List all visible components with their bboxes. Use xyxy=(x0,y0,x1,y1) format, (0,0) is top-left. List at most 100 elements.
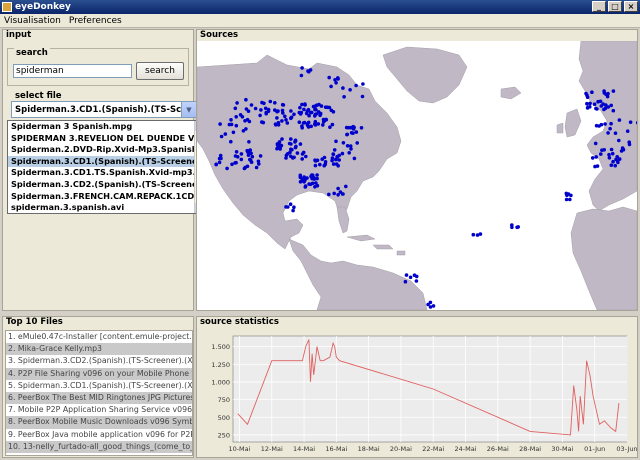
source-dot[interactable] xyxy=(280,108,285,113)
source-dot[interactable] xyxy=(336,186,340,191)
source-dot[interactable] xyxy=(606,105,610,109)
source-dot[interactable] xyxy=(617,157,622,161)
source-dot[interactable] xyxy=(611,159,615,164)
source-dot[interactable] xyxy=(341,141,346,145)
source-dot[interactable] xyxy=(597,124,601,128)
source-dot[interactable] xyxy=(344,184,348,189)
source-dot[interactable] xyxy=(311,104,316,109)
source-dot[interactable] xyxy=(292,112,296,117)
source-dot[interactable] xyxy=(280,119,284,123)
source-dot[interactable] xyxy=(336,77,340,81)
source-dot[interactable] xyxy=(610,151,615,156)
maximize-button[interactable]: □ xyxy=(608,1,622,12)
source-dot[interactable] xyxy=(275,116,279,120)
source-dot[interactable] xyxy=(322,163,326,168)
source-dot[interactable] xyxy=(300,126,304,130)
source-dot[interactable] xyxy=(307,113,311,118)
file-list-item[interactable]: spiderman.3.spanish.avi xyxy=(8,202,194,213)
source-dot[interactable] xyxy=(308,182,313,187)
source-dot[interactable] xyxy=(240,115,245,119)
source-dot[interactable] xyxy=(249,103,254,107)
source-dot[interactable] xyxy=(354,130,359,134)
source-dot[interactable] xyxy=(602,89,606,93)
source-dot[interactable] xyxy=(586,105,590,110)
top10-list-item[interactable]: 4. P2P File Sharing v096 on your Mobile … xyxy=(6,367,192,380)
source-dot[interactable] xyxy=(305,122,310,126)
search-button[interactable]: search xyxy=(136,62,184,80)
top10-list-item[interactable]: 2. Mika-Grace Kelly.mp3 xyxy=(6,343,192,356)
source-dot[interactable] xyxy=(239,157,244,162)
source-dot[interactable] xyxy=(613,131,618,135)
source-dot[interactable] xyxy=(404,273,409,277)
source-dot[interactable] xyxy=(403,279,408,284)
source-dot[interactable] xyxy=(345,144,350,148)
source-dot[interactable] xyxy=(318,162,322,167)
source-dot[interactable] xyxy=(304,154,308,159)
source-dot[interactable] xyxy=(303,102,307,106)
source-dot[interactable] xyxy=(592,102,597,106)
source-dot[interactable] xyxy=(565,193,569,198)
source-dot[interactable] xyxy=(261,120,266,125)
source-dot[interactable] xyxy=(258,113,262,118)
source-dot[interactable] xyxy=(478,232,483,236)
source-dot[interactable] xyxy=(234,150,239,154)
source-dot[interactable] xyxy=(585,95,590,99)
chevron-down-icon[interactable]: ▼ xyxy=(181,102,196,117)
source-dot[interactable] xyxy=(337,158,341,162)
source-dot[interactable] xyxy=(331,152,336,157)
source-dot[interactable] xyxy=(602,107,606,112)
source-dot[interactable] xyxy=(245,117,250,122)
source-dot[interactable] xyxy=(300,66,304,70)
source-dot[interactable] xyxy=(334,162,339,166)
source-dot[interactable] xyxy=(244,97,248,102)
source-dot[interactable] xyxy=(256,159,261,164)
source-dot[interactable] xyxy=(225,166,229,171)
top10-list-item[interactable]: 10. 13-nelly_furtado-all_good_things_(co… xyxy=(6,440,192,453)
source-dot[interactable] xyxy=(233,154,238,158)
source-dot[interactable] xyxy=(408,275,413,280)
source-dot[interactable] xyxy=(593,141,598,146)
source-dot[interactable] xyxy=(311,175,316,180)
source-dot[interactable] xyxy=(564,197,569,202)
source-dot[interactable] xyxy=(292,205,296,209)
source-dot[interactable] xyxy=(284,205,288,209)
source-dot[interactable] xyxy=(300,102,304,107)
file-list-item[interactable]: Spiderman.3.CD1.TS.Spanish.Xvid-mp3.[ce xyxy=(8,167,194,179)
source-dot[interactable] xyxy=(609,121,613,126)
source-dot[interactable] xyxy=(338,190,343,194)
source-dot[interactable] xyxy=(606,131,610,135)
source-dot[interactable] xyxy=(611,89,616,93)
source-dot[interactable] xyxy=(249,160,254,164)
close-button[interactable]: × xyxy=(624,1,638,12)
menu-visualisation[interactable]: Visualisation xyxy=(0,16,65,26)
source-dot[interactable] xyxy=(284,118,288,122)
source-dot[interactable] xyxy=(349,147,353,151)
source-dot[interactable] xyxy=(229,139,233,144)
source-dot[interactable] xyxy=(253,106,258,111)
source-dot[interactable] xyxy=(360,94,365,99)
source-dot[interactable] xyxy=(621,147,626,152)
source-dot[interactable] xyxy=(347,151,351,155)
source-dot[interactable] xyxy=(234,115,238,119)
source-dot[interactable] xyxy=(344,125,349,130)
source-dot[interactable] xyxy=(593,164,597,169)
source-dot[interactable] xyxy=(275,109,279,114)
source-dot[interactable] xyxy=(297,120,302,124)
source-dot[interactable] xyxy=(254,165,259,170)
source-dot[interactable] xyxy=(348,88,352,92)
top10-list-item[interactable]: 8. PeerBox Mobile Music Downloads v096 S… xyxy=(6,416,192,429)
file-select[interactable]: Spiderman.3.CD1.(Spanish).(TS-Screener) … xyxy=(11,101,197,118)
sources-map[interactable] xyxy=(197,41,637,310)
source-dot[interactable] xyxy=(217,160,222,165)
source-dot[interactable] xyxy=(230,162,234,167)
source-dot[interactable] xyxy=(291,208,295,213)
source-dot[interactable] xyxy=(327,192,331,197)
source-dot[interactable] xyxy=(315,103,319,107)
source-dot[interactable] xyxy=(293,145,298,150)
source-dot[interactable] xyxy=(285,152,290,156)
source-dot[interactable] xyxy=(352,156,357,161)
source-dot[interactable] xyxy=(316,122,321,126)
source-dot[interactable] xyxy=(223,132,228,136)
source-dot[interactable] xyxy=(245,164,250,169)
source-dot[interactable] xyxy=(308,68,313,72)
